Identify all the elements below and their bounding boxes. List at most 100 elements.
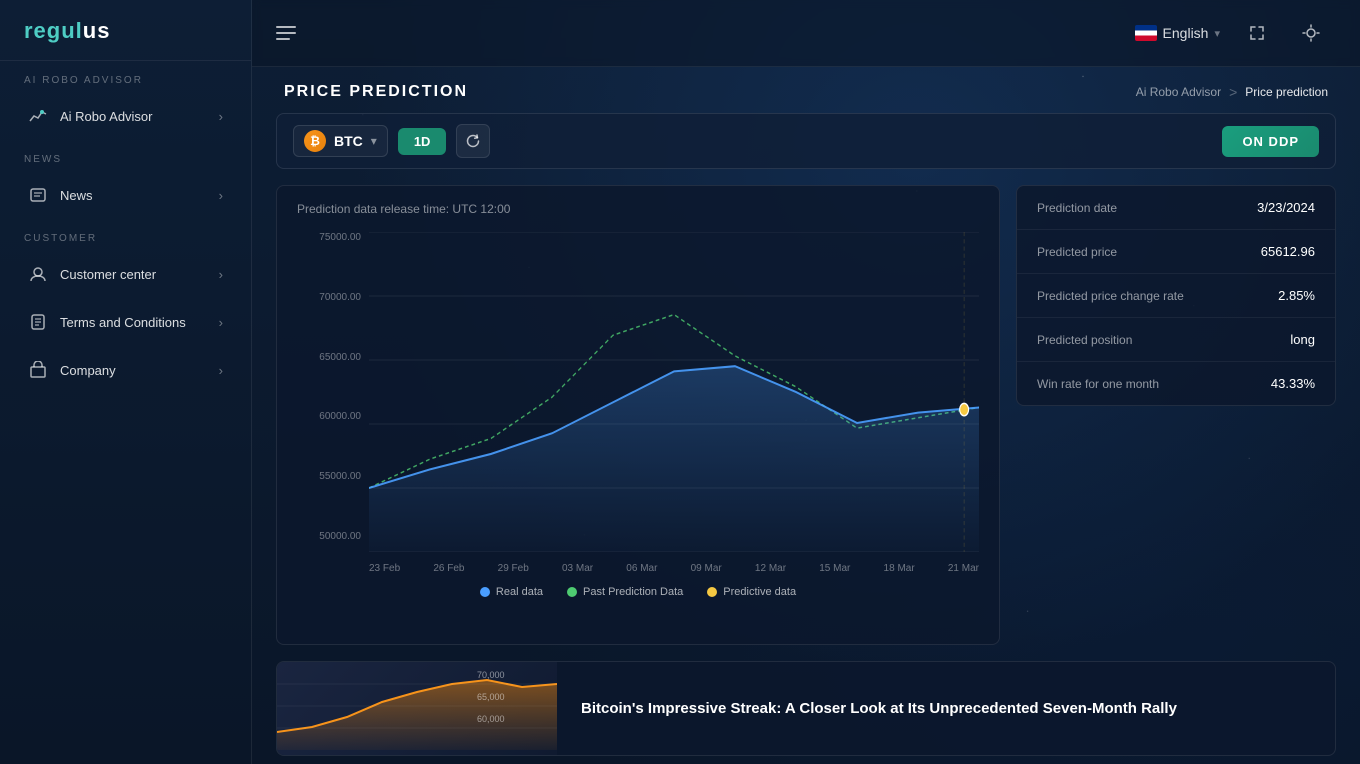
theme-toggle-button[interactable] xyxy=(1294,16,1328,50)
sidebar-item-news[interactable]: News › xyxy=(8,173,243,217)
legend-label-past: Past Prediction Data xyxy=(583,586,683,598)
info-value-date: 3/23/2024 xyxy=(1257,200,1315,215)
svg-text:65,000: 65,000 xyxy=(477,692,505,702)
y-label-60k: 60000.00 xyxy=(319,411,361,422)
info-label-date: Prediction date xyxy=(1037,201,1117,215)
info-panel: Prediction date 3/23/2024 Predicted pric… xyxy=(1016,185,1336,406)
x-label-1: 26 Feb xyxy=(433,563,464,574)
legend-real-data: Real data xyxy=(480,586,543,598)
sidebar-item-label-customer: Customer center xyxy=(60,267,156,282)
info-value-win-rate: 43.33% xyxy=(1271,376,1315,391)
info-label-change-rate: Predicted price change rate xyxy=(1037,289,1184,303)
info-row-date: Prediction date 3/23/2024 xyxy=(1017,186,1335,230)
x-label-7: 15 Mar xyxy=(819,563,850,574)
news-icon xyxy=(28,185,48,205)
sidebar-item-left-terms: Terms and Conditions xyxy=(28,312,186,332)
info-row-change-rate: Predicted price change rate 2.85% xyxy=(1017,274,1335,318)
sidebar-item-terms[interactable]: Terms and Conditions › xyxy=(8,300,243,344)
ddp-button[interactable]: ON DDP xyxy=(1222,126,1319,157)
x-label-2: 29 Feb xyxy=(498,563,529,574)
main-content: English ▾ xyxy=(252,0,1360,764)
info-value-position: long xyxy=(1290,332,1315,347)
breadcrumb-root[interactable]: Ai Robo Advisor xyxy=(1136,85,1221,99)
breadcrumb-separator: > xyxy=(1229,84,1237,100)
breadcrumb-current: Price prediction xyxy=(1245,85,1328,99)
refresh-button[interactable] xyxy=(456,124,490,158)
info-label-position: Predicted position xyxy=(1037,333,1132,347)
chart-card: Prediction data release time: UTC 12:00 … xyxy=(276,185,1000,645)
btc-icon: ₿ xyxy=(304,130,326,152)
header-right: English ▾ xyxy=(1135,16,1328,50)
x-label-5: 09 Mar xyxy=(691,563,722,574)
timeframe-button[interactable]: 1D xyxy=(398,128,447,155)
info-value-change-rate: 2.85% xyxy=(1278,288,1315,303)
building-icon xyxy=(28,360,48,380)
info-label-price: Predicted price xyxy=(1037,245,1117,259)
sidebar-item-ai-robo[interactable]: Ai Robo Advisor › xyxy=(8,94,243,138)
chart-release-time: Prediction data release time: UTC 12:00 xyxy=(297,202,979,216)
y-label-65k: 65000.00 xyxy=(319,352,361,363)
sidebar-item-left-news: News xyxy=(28,185,93,205)
section-label-news: NEWS xyxy=(0,140,251,171)
header: English ▾ xyxy=(252,0,1360,67)
x-label-6: 12 Mar xyxy=(755,563,786,574)
news-card[interactable]: 70,000 65,000 60,000 Bitcoin's Impressiv… xyxy=(276,661,1336,756)
breadcrumb: Ai Robo Advisor > Price prediction xyxy=(1136,84,1328,100)
chevron-right-icon-news: › xyxy=(219,188,223,203)
chevron-right-icon: › xyxy=(219,109,223,124)
legend-predictive-data: Predictive data xyxy=(707,586,796,598)
x-label-8: 18 Mar xyxy=(884,563,915,574)
sidebar-item-label-terms: Terms and Conditions xyxy=(60,315,186,330)
sidebar-item-label-news: News xyxy=(60,188,93,203)
x-label-9: 21 Mar xyxy=(948,563,979,574)
section-label-customer: CUSTOMER xyxy=(0,219,251,250)
chart-section: Prediction data release time: UTC 12:00 … xyxy=(276,185,1336,645)
page-title: PRICE PREDICTION xyxy=(284,83,468,101)
fullscreen-button[interactable] xyxy=(1240,16,1274,50)
section-label-advisor: AI ROBO ADVISOR xyxy=(0,61,251,92)
svg-text:70,000: 70,000 xyxy=(477,670,505,680)
coin-selector[interactable]: ₿ BTC ▾ xyxy=(293,125,388,157)
lang-chevron-icon: ▾ xyxy=(1214,27,1220,40)
news-thumbnail: 70,000 65,000 60,000 xyxy=(277,662,557,755)
legend-dot-predictive xyxy=(707,587,717,597)
chart-legend: Real data Past Prediction Data Predictiv… xyxy=(297,586,979,598)
legend-past-prediction: Past Prediction Data xyxy=(567,586,683,598)
x-label-4: 06 Mar xyxy=(626,563,657,574)
sidebar-item-label-advisor: Ai Robo Advisor xyxy=(60,109,153,124)
y-label-55k: 55000.00 xyxy=(319,471,361,482)
page-header: PRICE PREDICTION Ai Robo Advisor > Price… xyxy=(252,67,1360,113)
news-thumb-svg: 70,000 65,000 60,000 xyxy=(277,662,557,750)
sidebar-item-left-customer: Customer center xyxy=(28,264,156,284)
chart-icon xyxy=(28,106,48,126)
controls-bar: ₿ BTC ▾ 1D ON DDP xyxy=(276,113,1336,169)
chevron-right-icon-company: › xyxy=(219,363,223,378)
coin-chevron-icon: ▾ xyxy=(371,134,377,148)
x-label-3: 03 Mar xyxy=(562,563,593,574)
legend-dot-real xyxy=(480,587,490,597)
chevron-right-icon-customer: › xyxy=(219,267,223,282)
sidebar-item-left-company: Company xyxy=(28,360,116,380)
news-title: Bitcoin's Impressive Streak: A Closer Lo… xyxy=(581,698,1311,719)
sidebar-item-label-company: Company xyxy=(60,363,116,378)
svg-text:60,000: 60,000 xyxy=(477,714,505,724)
y-label-75k: 75000.00 xyxy=(319,232,361,243)
info-row-position: Predicted position long xyxy=(1017,318,1335,362)
y-label-70k: 70000.00 xyxy=(319,292,361,303)
hamburger-icon[interactable] xyxy=(272,22,300,44)
info-row-price: Predicted price 65612.96 xyxy=(1017,230,1335,274)
news-content: Bitcoin's Impressive Streak: A Closer Lo… xyxy=(557,662,1335,755)
language-selector[interactable]: English ▾ xyxy=(1135,25,1220,41)
logo: regulus xyxy=(0,0,251,61)
x-label-0: 23 Feb xyxy=(369,563,400,574)
chevron-right-icon-terms: › xyxy=(219,315,223,330)
y-label-50k: 50000.00 xyxy=(319,531,361,542)
sidebar-item-customer-center[interactable]: Customer center › xyxy=(8,252,243,296)
info-row-win-rate: Win rate for one month 43.33% xyxy=(1017,362,1335,405)
info-value-price: 65612.96 xyxy=(1261,244,1315,259)
doc-icon xyxy=(28,312,48,332)
sidebar-item-company[interactable]: Company › xyxy=(8,348,243,392)
header-left xyxy=(272,22,300,44)
support-icon xyxy=(28,264,48,284)
legend-label-real: Real data xyxy=(496,586,543,598)
